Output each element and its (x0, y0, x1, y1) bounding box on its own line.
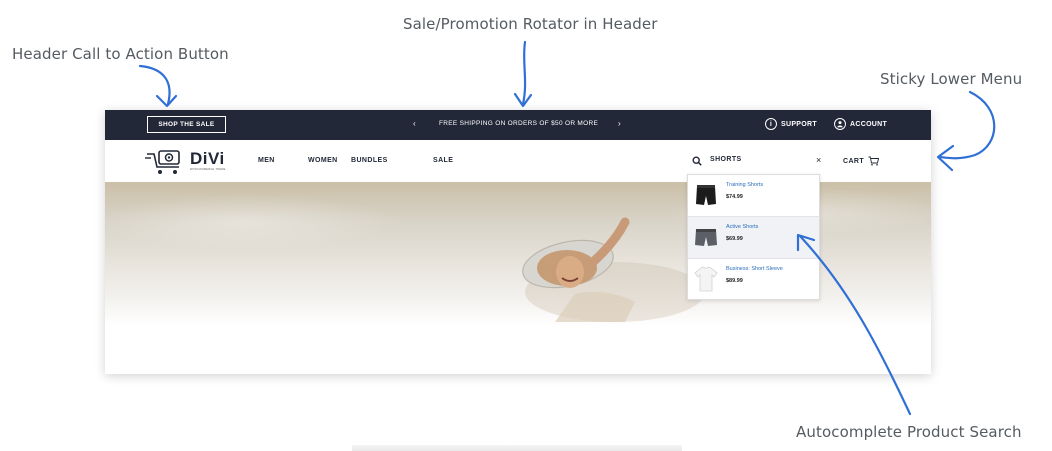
nav-item-women[interactable]: WOMEN (308, 157, 338, 164)
annotation-cta: Header Call to Action Button (12, 45, 229, 63)
page-bottom-edge (352, 445, 682, 451)
search-result-price: $69.99 (726, 236, 743, 242)
search-result-price: $89.99 (726, 278, 743, 284)
search-input[interactable]: SHORTS (710, 156, 742, 163)
user-icon (834, 118, 846, 130)
support-label: SUPPORT (781, 120, 817, 128)
white-shirt-icon (694, 266, 718, 292)
site-mockup: SHOP THE SALE ‹ FREE SHIPPING ON ORDERS … (105, 110, 931, 374)
shop-the-sale-button[interactable]: SHOP THE SALE (147, 116, 226, 133)
search-autocomplete-dropdown: Training Shorts $74.99 Active Shorts $69… (687, 174, 820, 300)
search-result-name[interactable]: Business: Short Sleeve (726, 266, 783, 272)
search-result-price: $74.99 (726, 194, 743, 200)
arrow-cta (138, 64, 171, 106)
search-result-item[interactable]: Business: Short Sleeve $89.99 (688, 259, 819, 300)
top-bar: SHOP THE SALE ‹ FREE SHIPPING ON ORDERS … (105, 110, 931, 140)
arrow-sticky (938, 90, 996, 160)
arrow-rotator (521, 40, 527, 106)
nav-item-sale[interactable]: SALE (433, 157, 453, 164)
hero-model-image (522, 217, 705, 322)
support-link[interactable]: i SUPPORT (765, 118, 817, 130)
nav-item-bundles[interactable]: BUNDLES (351, 157, 388, 164)
black-shorts-icon (696, 185, 716, 205)
cart-label: CART (843, 157, 865, 165)
arrow-sticky-head (936, 144, 955, 172)
annotation-search: Autocomplete Product Search (796, 423, 1022, 441)
promo-next-icon[interactable]: › (618, 119, 621, 128)
annotation-rotator: Sale/Promotion Rotator in Header (403, 15, 658, 33)
search-result-name[interactable]: Active Shorts (726, 224, 758, 230)
cart-icon (868, 156, 880, 166)
account-link[interactable]: ACCOUNT (834, 118, 887, 130)
gray-shorts-icon (695, 229, 717, 246)
promo-prev-icon[interactable]: ‹ (413, 119, 416, 128)
info-icon: i (765, 118, 777, 130)
nav-item-men[interactable]: MEN (258, 157, 275, 164)
search-result-item[interactable]: Training Shorts $74.99 (688, 175, 819, 216)
logo-wordmark: DiVi (190, 149, 225, 168)
close-icon[interactable]: × (816, 155, 821, 165)
logo-tagline: WOOCOMMERCE THEME (190, 168, 226, 171)
arrow-cta-head (155, 94, 178, 108)
account-label: ACCOUNT (850, 120, 888, 128)
search-result-name[interactable]: Training Shorts (726, 182, 763, 188)
cart-logo-icon (145, 150, 180, 174)
arrow-rotator-head (513, 92, 533, 108)
search-icon[interactable] (692, 156, 702, 166)
cart-link[interactable]: CART (843, 156, 880, 166)
promo-rotator-text: FREE SHIPPING ON ORDERS OF $50 OR MORE (439, 120, 599, 127)
search-result-item[interactable]: Active Shorts $69.99 (688, 217, 819, 258)
annotation-sticky-menu: Sticky Lower Menu (880, 70, 1023, 88)
